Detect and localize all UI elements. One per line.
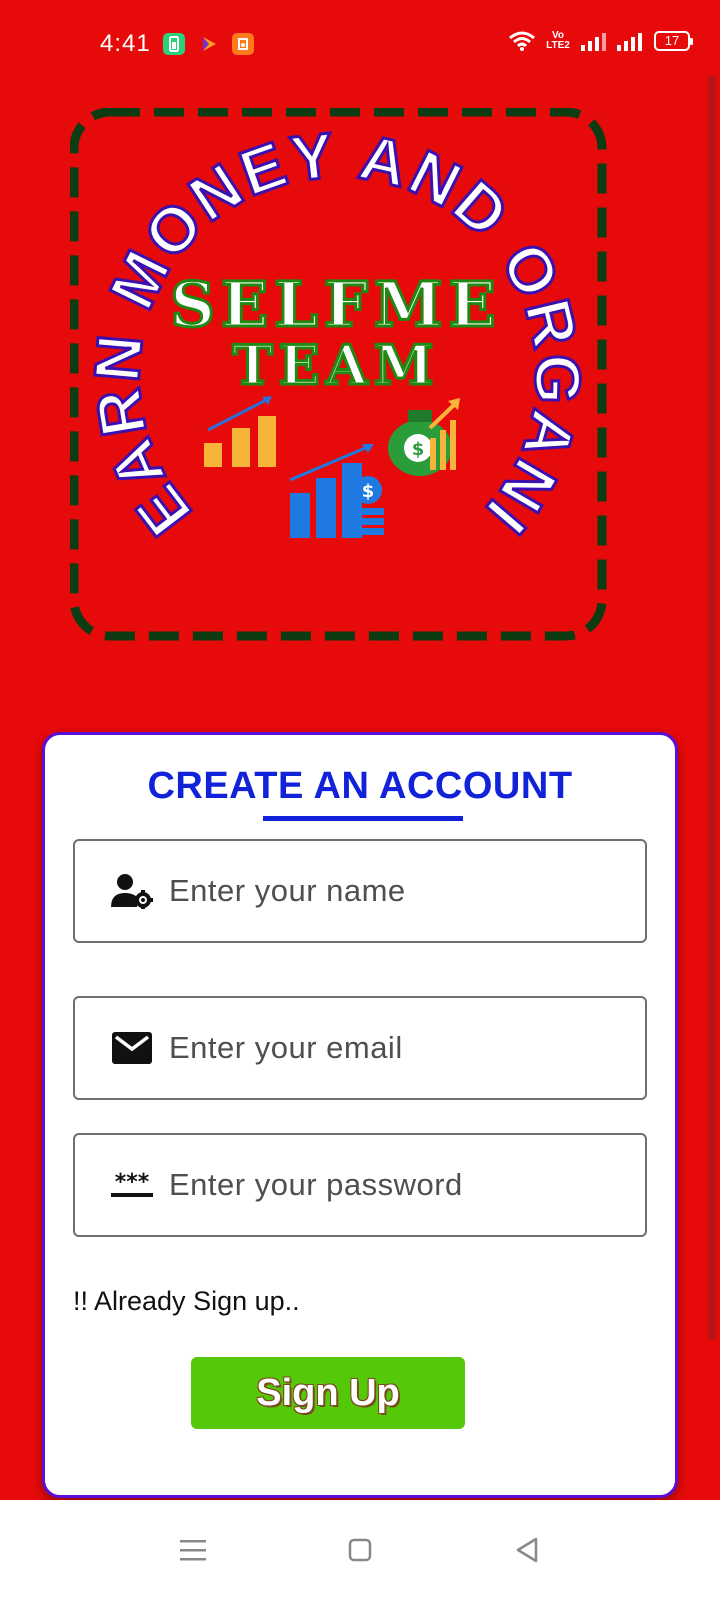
name-input[interactable] bbox=[167, 872, 645, 910]
svg-text:$: $ bbox=[362, 481, 375, 502]
scrollbar[interactable] bbox=[708, 75, 716, 1340]
user-settings-icon bbox=[109, 871, 155, 911]
selfme-team-logo: EARN MONEY AND ORGANIC TRAFFIC SELFME TE… bbox=[44, 49, 616, 654]
status-right: Vo LTE2 17 bbox=[508, 30, 693, 52]
shopping-app-icon bbox=[232, 33, 254, 55]
title-underline bbox=[263, 816, 463, 821]
signal-strength-icon-1 bbox=[581, 33, 606, 51]
play-app-icon bbox=[198, 33, 220, 55]
money-bag-growth-icon: $ bbox=[388, 398, 460, 476]
already-signed-up-link[interactable]: !! Already Sign up.. bbox=[73, 1286, 300, 1317]
volte-indicator: Vo LTE2 bbox=[546, 30, 570, 51]
password-field[interactable]: *** bbox=[73, 1133, 647, 1237]
password-input[interactable] bbox=[167, 1166, 645, 1204]
envelope-icon bbox=[109, 1028, 155, 1068]
email-field[interactable] bbox=[73, 996, 647, 1100]
system-nav-bar bbox=[0, 1500, 720, 1600]
status-bar: 4:41 Vo LTE2 17 bbox=[0, 0, 720, 92]
sign-up-button[interactable]: Sign Up bbox=[191, 1357, 465, 1429]
back-triangle-icon[interactable] bbox=[497, 1520, 557, 1580]
logo-title-line2: TEAM bbox=[232, 333, 439, 397]
wifi-icon bbox=[509, 31, 535, 51]
logo-title-line1: SELFME bbox=[170, 268, 502, 341]
email-input[interactable] bbox=[167, 1029, 645, 1067]
bar-chart-dollar-icon: $ bbox=[289, 444, 384, 538]
password-asterisk-icon: *** bbox=[109, 1165, 155, 1205]
name-field[interactable] bbox=[73, 839, 647, 943]
battery-saver-app-icon bbox=[163, 33, 185, 55]
card-title: CREATE AN ACCOUNT bbox=[147, 765, 573, 807]
home-square-icon[interactable] bbox=[330, 1520, 390, 1580]
coin-stacks-chart-icon bbox=[204, 396, 276, 467]
battery-indicator: 17 bbox=[654, 31, 693, 51]
menu-icon[interactable] bbox=[163, 1520, 223, 1580]
svg-text:***: *** bbox=[115, 1171, 150, 1195]
svg-text:$: $ bbox=[412, 439, 425, 460]
status-time: 4:41 bbox=[100, 30, 151, 57]
create-account-card: CREATE AN ACCOUNT Enter your name Enter … bbox=[42, 732, 678, 1498]
signal-strength-icon-2 bbox=[617, 33, 642, 51]
